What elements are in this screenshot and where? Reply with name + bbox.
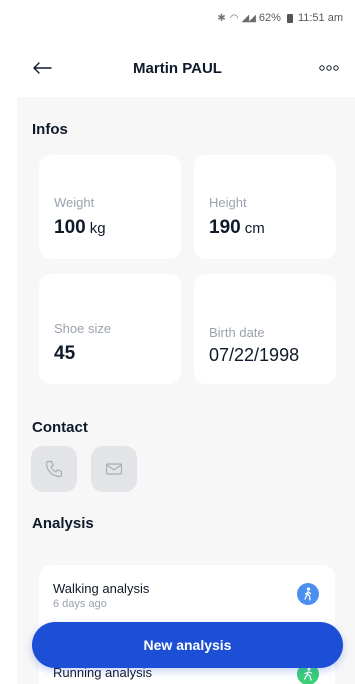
- shoe-size-label: Shoe size: [54, 321, 112, 336]
- height-number: 190: [209, 217, 241, 238]
- battery-icon: [286, 13, 293, 23]
- mail-icon: [105, 463, 123, 475]
- analysis-name: Walking analysis: [53, 581, 150, 596]
- analysis-date: 6 days ago: [53, 598, 107, 610]
- analysis-item-walking[interactable]: Walking analysis 6 days ago: [53, 581, 149, 610]
- more-options-button[interactable]: [315, 58, 343, 78]
- app-header: Martin PAUL: [0, 52, 355, 84]
- birth-date-value: 07/22/1998: [209, 345, 300, 365]
- back-button[interactable]: [30, 58, 54, 78]
- birth-date-label: Birth date: [209, 325, 265, 340]
- clock: 11:51 am: [297, 12, 343, 24]
- shoe-size-value: 45: [54, 343, 76, 364]
- height-value: 190 cm: [209, 217, 265, 239]
- more-dots-icon: [319, 65, 339, 71]
- height-card: Height 190 cm: [194, 155, 336, 259]
- bluetooth-icon: ✱: [217, 12, 226, 24]
- wifi-icon: ◠: [229, 12, 239, 24]
- analysis-title: Analysis: [32, 515, 94, 532]
- signal-icon: ◢◢: [241, 12, 256, 24]
- page-title: Martin PAUL: [133, 59, 222, 77]
- infos-title: Infos: [32, 121, 68, 138]
- contact-title: Contact: [32, 419, 88, 436]
- email-button[interactable]: [91, 446, 137, 492]
- status-bar: ✱ ◠ ◢◢ 62% 11:51 am: [0, 0, 355, 36]
- battery-percent: 62%: [258, 12, 281, 24]
- weight-value: 100 kg: [54, 217, 106, 239]
- profile-content: Infos Weight 100 kg Height 190 cm Shoe siz…: [17, 97, 355, 684]
- weight-card: Weight 100 kg: [39, 155, 181, 259]
- birth-date-card: Birth date 07/22/1998: [194, 274, 336, 384]
- arrow-left-icon: [33, 62, 52, 74]
- weight-number: 100: [54, 217, 86, 238]
- weight-unit: kg: [89, 220, 106, 237]
- weight-label: Weight: [54, 195, 95, 210]
- height-unit: cm: [244, 220, 265, 237]
- phone-icon: [45, 460, 63, 478]
- call-button[interactable]: [31, 446, 77, 492]
- shoe-size-card: Shoe size 45: [39, 274, 181, 384]
- walking-icon: [297, 583, 319, 605]
- height-label: Height: [209, 195, 247, 210]
- new-analysis-button[interactable]: New analysis: [32, 622, 343, 668]
